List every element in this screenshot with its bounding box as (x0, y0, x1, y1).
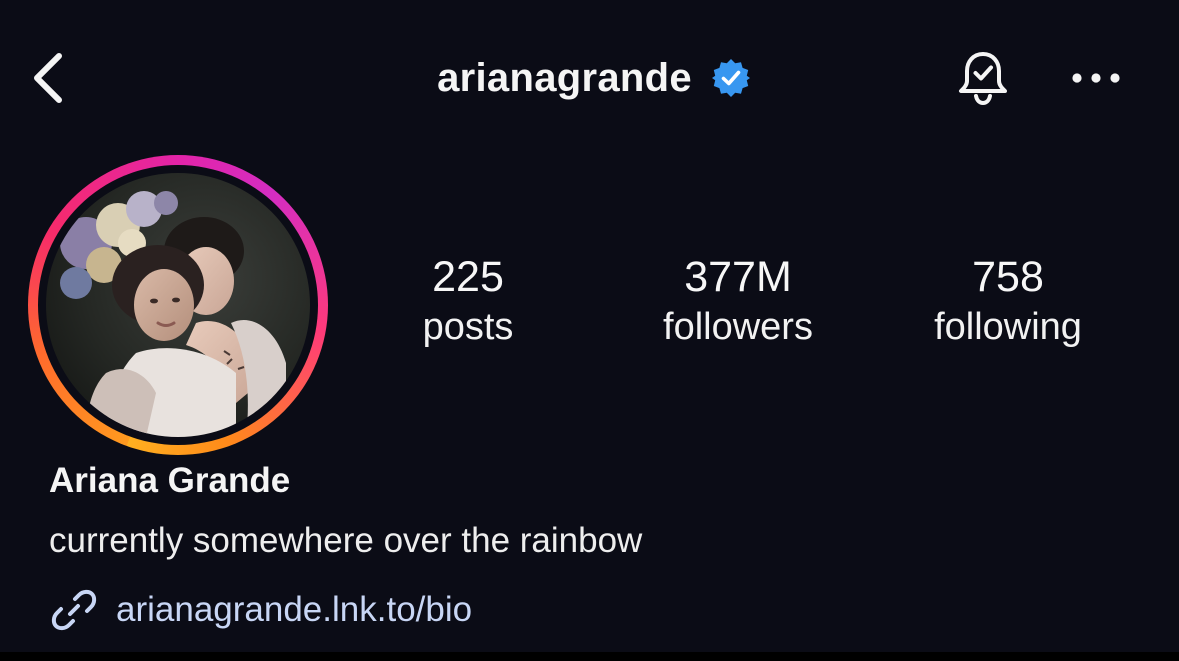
bell-check-icon (959, 52, 1007, 106)
bio-link[interactable]: arianagrande.lnk.to/bio (48, 584, 472, 636)
more-options-button[interactable] (1066, 58, 1126, 98)
display-name: Ariana Grande (49, 461, 291, 500)
profile-screen: arianagrande 225 posts 377M followers 75… (0, 0, 1179, 652)
notifications-bell-button[interactable] (948, 46, 1018, 110)
posts-count[interactable]: 225 posts (358, 250, 578, 350)
followers-count-label: followers (663, 306, 813, 348)
bottom-edge (0, 652, 1179, 661)
username-title: arianagrande (437, 55, 692, 100)
back-button[interactable] (22, 48, 72, 108)
avatar (46, 173, 310, 437)
posts-count-value: 225 (432, 253, 504, 301)
chevron-left-icon (34, 53, 62, 103)
bio-text: currently somewhere over the rainbow (49, 521, 643, 560)
link-icon (51, 589, 97, 631)
posts-count-label: posts (422, 306, 514, 348)
followers-count-value: 377M (684, 253, 792, 301)
followers-count[interactable]: 377M followers (628, 250, 848, 350)
more-horizontal-icon (1072, 73, 1120, 83)
story-ring[interactable] (28, 155, 328, 455)
profile-photo (46, 173, 310, 437)
bio-link-text: arianagrande.lnk.to/bio (116, 590, 473, 629)
following-count-label: following (934, 306, 1082, 348)
verified-badge-icon (711, 59, 750, 97)
following-count-value: 758 (972, 253, 1044, 301)
following-count[interactable]: 758 following (898, 250, 1118, 350)
